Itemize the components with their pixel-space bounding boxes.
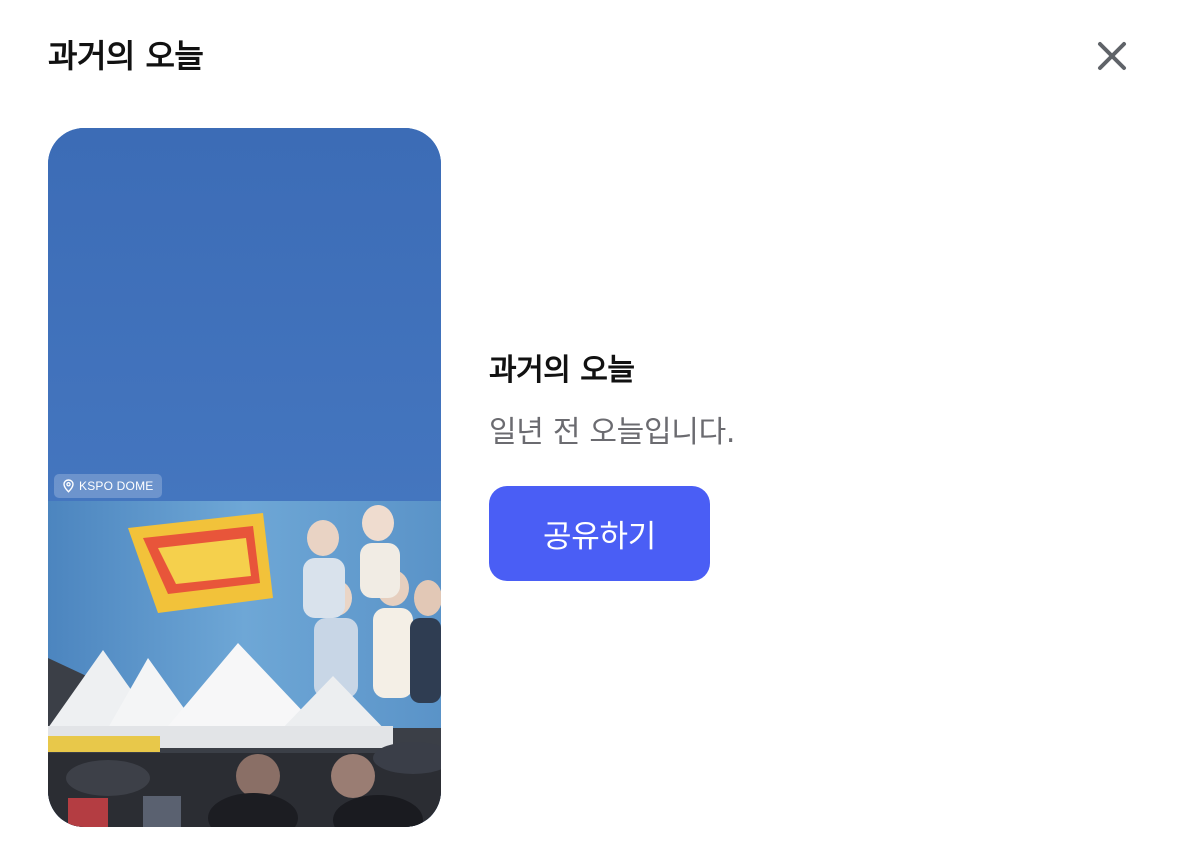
memory-info: 과거의 오늘 일년 전 오늘입니다. 공유하기 — [489, 346, 735, 581]
location-tag: KSPO DOME — [54, 474, 163, 498]
memory-modal: 과거의 오늘 KSPO DOME 과거의 오늘 일년 전 오늘입니다. 공유하기 — [0, 0, 1179, 858]
modal-title: 과거의 오늘 — [48, 37, 204, 75]
location-label: KSPO DOME — [79, 479, 154, 493]
memory-photo[interactable]: KSPO DOME — [48, 128, 441, 827]
close-icon — [1098, 42, 1126, 70]
map-pin-icon — [63, 479, 74, 493]
memory-subtitle: 일년 전 오늘입니다. — [489, 415, 736, 450]
standby-zone-sign — [48, 736, 160, 752]
close-button[interactable] — [1088, 32, 1136, 80]
crowd — [48, 742, 441, 827]
memory-title: 과거의 오늘 — [489, 353, 635, 388]
share-button[interactable]: 공유하기 — [489, 486, 710, 581]
